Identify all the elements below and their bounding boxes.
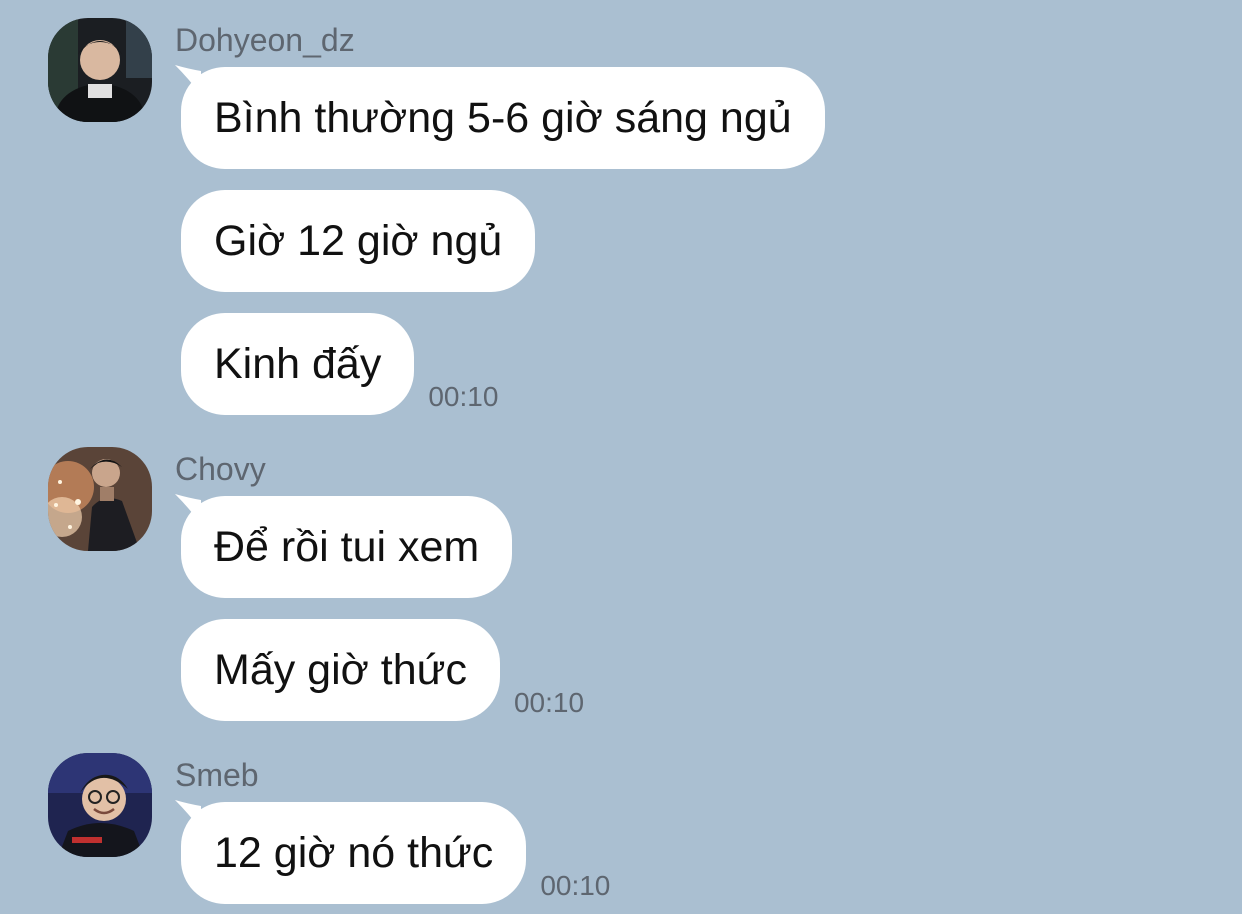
dohyeon-avatar-image — [48, 18, 152, 122]
message-bubble[interactable]: Mấy giờ thức — [181, 619, 500, 721]
message-bubble[interactable]: Giờ 12 giờ ngủ — [181, 190, 536, 292]
message-bubble[interactable]: Kinh đấy — [181, 313, 415, 415]
message-text: Kinh đấy — [214, 339, 382, 388]
message-row: 12 giờ nó thức 00:10 — [175, 800, 611, 904]
message-timestamp: 00:10 — [428, 381, 499, 412]
message-text: Giờ 12 giờ ngủ — [214, 216, 503, 265]
message-text: Mấy giờ thức — [214, 645, 467, 694]
bubble-tail — [175, 800, 201, 830]
message-row: Bình thường 5-6 giờ sáng ngủ — [175, 65, 825, 169]
bubble-tail — [175, 65, 201, 95]
message-group-dohyeon: Dohyeon_dz Bình thường 5-6 giờ sáng ngủ … — [0, 18, 1242, 418]
message-bubble[interactable]: Để rồi tui xem — [175, 494, 513, 598]
message-text: Bình thường 5-6 giờ sáng ngủ — [214, 93, 792, 142]
message-row: Kinh đấy 00:10 — [181, 313, 498, 415]
message-group-smeb: Smeb 12 giờ nó thức 00:10 — [0, 753, 1242, 913]
message-timestamp: 00:10 — [540, 870, 611, 901]
message-text: Để rồi tui xem — [214, 522, 480, 571]
message-text: 12 giờ nó thức — [214, 828, 494, 877]
message-bubble[interactable]: 12 giờ nó thức — [175, 800, 527, 904]
message-row: Mấy giờ thức 00:10 — [181, 619, 584, 721]
message-timestamp: 00:10 — [513, 687, 585, 718]
message-row: Để rồi tui xem — [175, 494, 513, 598]
avatar[interactable] — [48, 18, 152, 122]
sender-name: Dohyeon_dz — [175, 22, 355, 58]
avatar[interactable] — [48, 447, 152, 551]
message-bubble[interactable]: Bình thường 5-6 giờ sáng ngủ — [175, 65, 825, 169]
bubble-tail — [175, 494, 201, 524]
avatar[interactable] — [48, 753, 152, 857]
chat-view[interactable]: Dohyeon_dz Bình thường 5-6 giờ sáng ngủ … — [0, 0, 1242, 914]
smeb-avatar-image — [48, 753, 152, 857]
sender-name: Chovy — [175, 451, 266, 487]
message-row: Giờ 12 giờ ngủ — [181, 190, 536, 292]
message-group-chovy: Chovy Để rồi tui xem Mấy giờ thức 00:10 — [0, 447, 1242, 727]
sender-name: Smeb — [175, 757, 259, 793]
chovy-avatar-image — [48, 447, 152, 551]
